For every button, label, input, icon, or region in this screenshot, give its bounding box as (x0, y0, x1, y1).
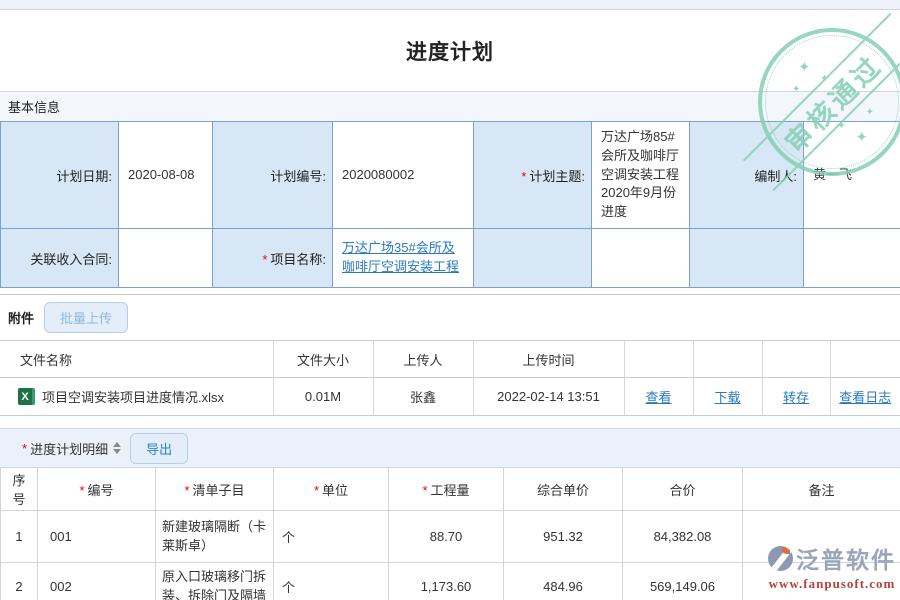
details-row: 1 001 新建玻璃隔断（卡莱斯卓） 个 88.70 951.32 84,382… (1, 511, 900, 563)
total-cell: 569,149.06 (623, 563, 743, 600)
unit-cell: 个 (274, 511, 389, 563)
fanpu-logo-icon (768, 546, 793, 571)
file-upload-time: 2022-02-14 13:51 (473, 378, 624, 416)
upload-time-header: 上传时间 (473, 341, 624, 378)
excel-file-icon: X (18, 388, 35, 405)
sort-icon[interactable] (113, 442, 121, 454)
details-section-title: 进度计划明细 (30, 439, 108, 458)
unit-price-header: 综合单价 (504, 468, 623, 511)
code-header: *编号 (38, 468, 156, 511)
seq-cell: 2 (1, 563, 38, 600)
vendor-name: 泛普软件 (796, 541, 896, 575)
unit-price-cell: 951.32 (504, 511, 623, 563)
vendor-url: www.fanpusoft.com (768, 576, 896, 592)
attachment-row: X 项目空调安装项目进度情况.xlsx 0.01M 张鑫 2022-02-14 … (0, 378, 900, 416)
empty-value-cell (804, 229, 900, 288)
empty-label-cell (690, 229, 804, 288)
top-strip (0, 0, 900, 10)
export-button[interactable]: 导出 (130, 433, 188, 464)
attachments-bar: 附件 批量上传 (0, 294, 900, 340)
file-action-cell: 下载 (693, 378, 762, 416)
file-action-cell: 转存 (762, 378, 830, 416)
project-name-label: *项目名称: (213, 229, 333, 288)
unit-price-cell: 484.96 (504, 563, 623, 600)
plan-subject-label: *计划主题: (474, 122, 592, 229)
transfer-file-link[interactable]: 转存 (783, 390, 809, 405)
file-size: 0.01M (273, 378, 373, 416)
related-contract-value (119, 229, 213, 288)
title-row: 进度计划 (0, 10, 900, 92)
creator-label: 编制人: (690, 122, 804, 229)
project-name-value: 万达广场35#会所及咖啡厅空调安装工程 (333, 229, 474, 288)
file-size-header: 文件大小 (273, 341, 373, 378)
empty-value-cell (592, 229, 690, 288)
creator-value: 黄一飞 (804, 122, 900, 229)
quantity-cell: 1,173.60 (389, 563, 504, 600)
total-cell: 84,382.08 (623, 511, 743, 563)
item-cell: 新建玻璃隔断（卡莱斯卓） (156, 511, 274, 563)
attachments-title: 附件 (8, 308, 34, 327)
details-header-row: 序号 *编号 *清单子目 *单位 *工程量 综合单价 合价 备注 (1, 468, 900, 511)
related-contract-label: 关联收入合同: (1, 229, 119, 288)
required-mark: * (262, 252, 267, 267)
required-mark: * (521, 169, 526, 184)
action-header-empty (624, 341, 693, 378)
file-name-cell: X 项目空调安装项目进度情况.xlsx (0, 378, 273, 416)
item-cell: 原入口玻璃移门拆装、拆除门及隔墙 (156, 563, 274, 600)
file-action-cell: 查看日志 (830, 378, 900, 416)
download-file-link[interactable]: 下载 (714, 390, 740, 405)
action-header-empty (693, 341, 762, 378)
required-mark: * (79, 483, 84, 498)
basic-info-section-bar: 基本信息 (0, 92, 900, 121)
page-title: 进度计划 (406, 36, 494, 66)
quantity-cell: 88.70 (389, 511, 504, 563)
seq-header: 序号 (1, 468, 38, 511)
required-mark: * (22, 441, 27, 456)
code-cell: 001 (38, 511, 156, 563)
quantity-header: *工程量 (389, 468, 504, 511)
plan-subject-value: 万达广场85#会所及咖啡厅空调安装工程2020年9月份进度 (592, 122, 690, 229)
required-mark: * (314, 483, 319, 498)
plan-no-value: 2020080002 (333, 122, 474, 229)
file-uploader: 张鑫 (373, 378, 473, 416)
attachments-table: 文件名称 文件大小 上传人 上传时间 X 项目空调安装项目进度情况.xlsx 0… (0, 340, 900, 416)
project-name-link[interactable]: 万达广场35#会所及咖啡厅空调安装工程 (342, 240, 459, 274)
required-mark: * (422, 483, 427, 498)
action-header-empty (762, 341, 830, 378)
batch-upload-button[interactable]: 批量上传 (44, 302, 128, 333)
code-cell: 002 (38, 563, 156, 600)
vendor-logo: 泛普软件 www.fanpusoft.com (768, 541, 896, 592)
action-header-empty (830, 341, 900, 378)
basic-info-section-title: 基本信息 (8, 97, 60, 116)
total-header: 合价 (623, 468, 743, 511)
uploader-header: 上传人 (373, 341, 473, 378)
unit-header: *单位 (274, 468, 389, 511)
item-header: *清单子目 (156, 468, 274, 511)
file-name-header: 文件名称 (0, 341, 273, 378)
required-mark: * (184, 483, 189, 498)
empty-label-cell (474, 229, 592, 288)
file-action-cell: 查看 (624, 378, 693, 416)
view-log-link[interactable]: 查看日志 (839, 390, 891, 405)
plan-date-value: 2020-08-08 (119, 122, 213, 229)
unit-cell: 个 (274, 563, 389, 600)
remark-header: 备注 (743, 468, 900, 511)
seq-cell: 1 (1, 511, 38, 563)
basic-info-table: 计划日期: 2020-08-08 计划编号: 2020080002 *计划主题:… (0, 121, 900, 288)
details-table: 序号 *编号 *清单子目 *单位 *工程量 综合单价 合价 备注 1 001 新… (0, 467, 900, 600)
attachments-header-row: 文件名称 文件大小 上传人 上传时间 (0, 341, 900, 378)
file-name: 项目空调安装项目进度情况.xlsx (42, 387, 224, 406)
plan-date-label: 计划日期: (1, 122, 119, 229)
plan-no-label: 计划编号: (213, 122, 333, 229)
page: 进度计划 审核通过 ✦ ✦ ✦ ✦ ✦ ✦ 基本信息 计划日期: 2020-08… (0, 0, 900, 600)
details-row: 2 002 原入口玻璃移门拆装、拆除门及隔墙 个 1,173.60 484.96… (1, 563, 900, 600)
view-file-link[interactable]: 查看 (645, 390, 671, 405)
details-toolbar: * 进度计划明细 导出 (0, 428, 900, 467)
